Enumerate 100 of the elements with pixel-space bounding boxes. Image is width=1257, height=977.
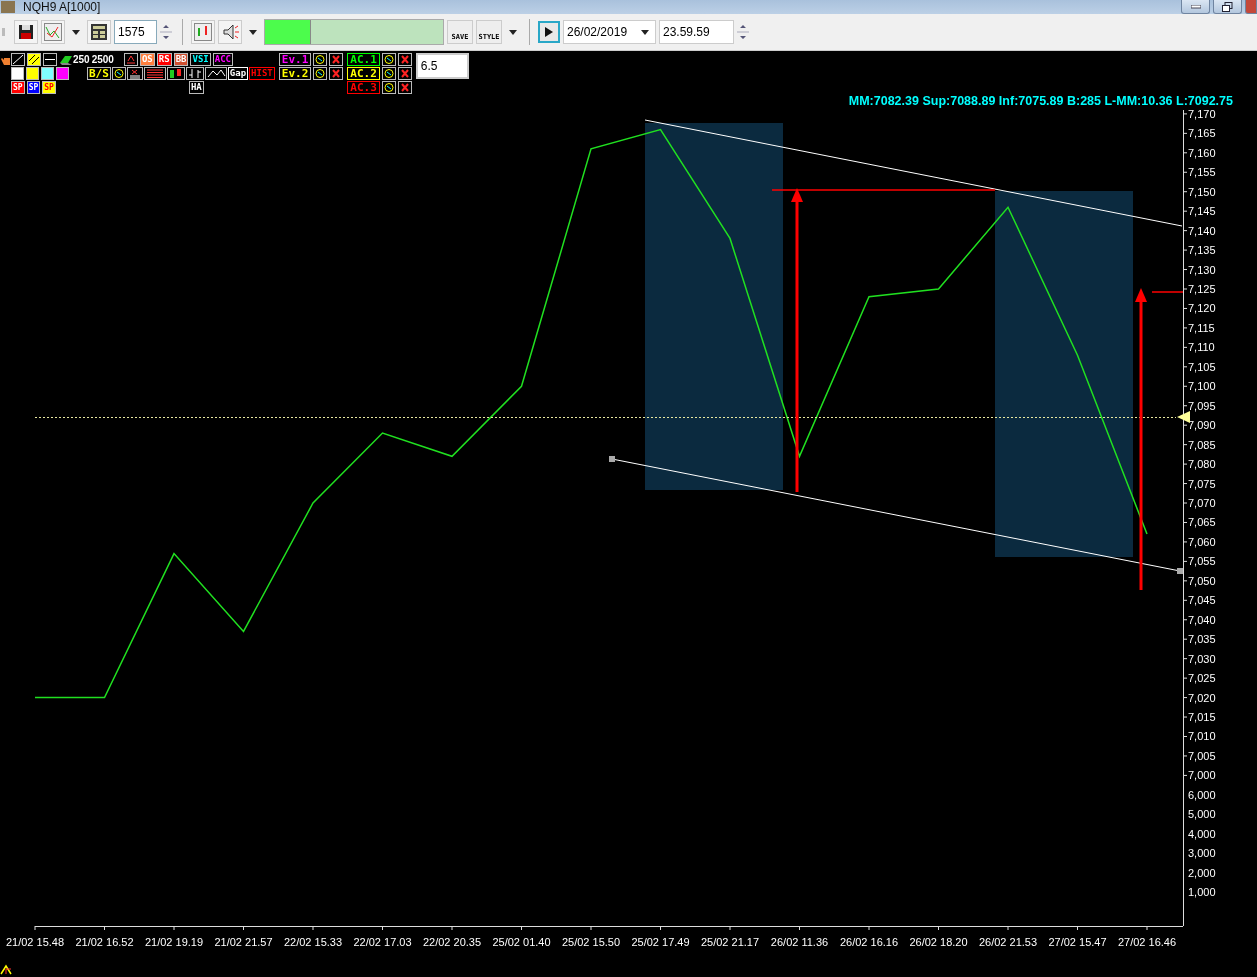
play-icon — [545, 27, 553, 37]
indicator-button[interactable]: VSI — [190, 53, 211, 66]
y-axis-label: 7,030 — [1188, 652, 1216, 665]
y-axis-label: 7,000 — [1188, 769, 1216, 782]
y-axis-label: 3,000 — [1188, 847, 1216, 860]
horizontal-line-tool-icon[interactable] — [43, 53, 57, 66]
restore-button[interactable] — [1213, 0, 1242, 14]
handle-marker[interactable] — [609, 456, 615, 462]
handle-marker[interactable] — [1177, 568, 1183, 574]
sp-button[interactable]: SP — [42, 81, 56, 94]
line-tool-icon[interactable] — [11, 53, 25, 66]
y-axis-label: 4,000 — [1188, 827, 1216, 840]
ohlc-bars-icon[interactable] — [185, 67, 204, 80]
sp-button[interactable]: SP — [26, 81, 41, 94]
y-axis-label: 7,115 — [1188, 321, 1215, 334]
candle-style-icon[interactable] — [166, 67, 185, 80]
x-axis-label: 27/02 16.46 — [1117, 936, 1177, 948]
indicator-button[interactable]: ACC — [212, 53, 233, 66]
caret-icon[interactable] — [72, 29, 80, 35]
caret-icon[interactable] — [509, 29, 517, 35]
y-axis-label: 2,000 — [1188, 866, 1216, 879]
y-axis-label: 7,145 — [1188, 205, 1216, 218]
y-axis-label: 7,165 — [1188, 127, 1216, 140]
y-axis-label: 7,055 — [1188, 555, 1216, 568]
chart-info-text: MM:7082.39 Sup:7088.89 Inf:7075.89 B:285 L-MM:10.36 L:7092.75 — [848, 94, 1233, 110]
value-field[interactable]: 6.5 — [415, 53, 469, 79]
date-field[interactable]: 26/02/2019 — [563, 20, 656, 44]
sound-button[interactable] — [218, 20, 242, 44]
y-axis-label: 7,020 — [1188, 691, 1216, 704]
period-label[interactable]: 250 — [73, 54, 90, 65]
sp-button[interactable]: SP — [11, 81, 25, 94]
y-axis-label: 7,035 — [1188, 633, 1216, 646]
calculator-button[interactable] — [87, 20, 111, 44]
chart-style-button[interactable]: HIST — [249, 67, 275, 80]
y-axis-label: 7,170 — [1188, 110, 1216, 120]
x-axis-label: 21/02 21.57 — [214, 936, 273, 948]
play-button[interactable] — [538, 21, 560, 43]
y-axis-label: 6,000 — [1188, 788, 1216, 801]
event-button[interactable]: Ev.2 — [278, 67, 312, 80]
alert-condition-button[interactable]: AC.3 — [347, 81, 380, 94]
x-axis-label: 26/02 21.53 — [978, 936, 1038, 948]
candles-button[interactable] — [191, 20, 215, 44]
volume-tool-icon[interactable] — [126, 67, 143, 80]
delete-icon[interactable] — [329, 67, 344, 80]
calculator-icon — [91, 24, 107, 40]
y-axis-label: 7,070 — [1188, 497, 1216, 509]
chart-style-button[interactable]: Gap — [227, 67, 249, 80]
x-axis-label: 21/02 15.48 — [5, 936, 65, 948]
y-axis-label: 1,000 — [1188, 886, 1216, 899]
x-axis-label: 26/02 11.36 — [770, 936, 829, 948]
y-axis-label: 7,010 — [1188, 730, 1216, 743]
y-axis-label: 7,125 — [1188, 283, 1216, 295]
color-swatch[interactable] — [56, 67, 69, 80]
minimize-icon — [1190, 4, 1201, 9]
bars-count-field[interactable]: 1575 — [114, 20, 157, 44]
buy-sell-button[interactable]: B/S — [86, 67, 111, 80]
level-line — [1151, 291, 1184, 293]
color-swatch[interactable] — [26, 67, 39, 80]
caret-icon[interactable] — [249, 29, 257, 35]
event-button[interactable]: Ev.1 — [278, 53, 312, 66]
x-axis-label: 25/02 01.40 — [492, 936, 551, 948]
x-axis-label: 22/02 17.03 — [353, 936, 412, 948]
delete-icon[interactable] — [397, 81, 412, 94]
heikin-ashi-button[interactable]: HA — [188, 81, 204, 94]
time-field[interactable]: 23.59.59 — [659, 20, 734, 44]
y-axis-label: 7,110 — [1188, 341, 1215, 354]
y-axis-label: 7,045 — [1188, 594, 1216, 607]
y-axis-label: 7,130 — [1188, 263, 1216, 276]
y-axis-label: 7,105 — [1188, 360, 1216, 373]
window-title: NQH9 A[1000] — [23, 0, 101, 14]
delete-icon[interactable] — [329, 53, 344, 66]
color-swatch[interactable] — [11, 67, 24, 80]
app-icon — [1, 1, 15, 13]
y-axis-label: 7,040 — [1188, 613, 1216, 626]
x-axis-label: 26/02 18.20 — [909, 936, 968, 948]
x-axis-label: 25/02 21.17 — [700, 936, 760, 948]
line-chart-icon[interactable] — [204, 67, 227, 80]
y-axis-label: 7,120 — [1188, 302, 1216, 315]
alert-condition-button[interactable]: AC.2 — [347, 67, 380, 80]
fill-tool-icon[interactable] — [59, 53, 73, 66]
y-axis-label: 7,150 — [1188, 185, 1216, 198]
channel-tool-icon[interactable] — [27, 53, 41, 66]
indicator-button[interactable]: BB — [173, 53, 189, 66]
delete-icon[interactable] — [397, 67, 412, 80]
y-axis-label: 7,015 — [1188, 711, 1216, 724]
bars-icon[interactable] — [143, 67, 166, 80]
x-axis-label: 22/02 15.33 — [283, 936, 343, 948]
y-axis-label: 7,050 — [1188, 574, 1216, 587]
y-axis-label: 7,100 — [1188, 380, 1216, 393]
y-axis-label: 7,025 — [1188, 672, 1216, 685]
period-label[interactable]: 2500 — [91, 54, 114, 65]
color-swatch[interactable] — [41, 67, 54, 80]
y-axis-label: 7,065 — [1188, 516, 1216, 529]
save-button[interactable] — [14, 20, 38, 44]
indicator-button[interactable]: RS — [156, 53, 172, 66]
alert-condition-button[interactable]: AC.1 — [347, 53, 380, 66]
x-axis-label: 21/02 16.52 — [75, 936, 134, 948]
alert-icon[interactable] — [123, 53, 138, 66]
delete-icon[interactable] — [397, 53, 412, 66]
y-axis-label: 7,090 — [1188, 419, 1216, 432]
